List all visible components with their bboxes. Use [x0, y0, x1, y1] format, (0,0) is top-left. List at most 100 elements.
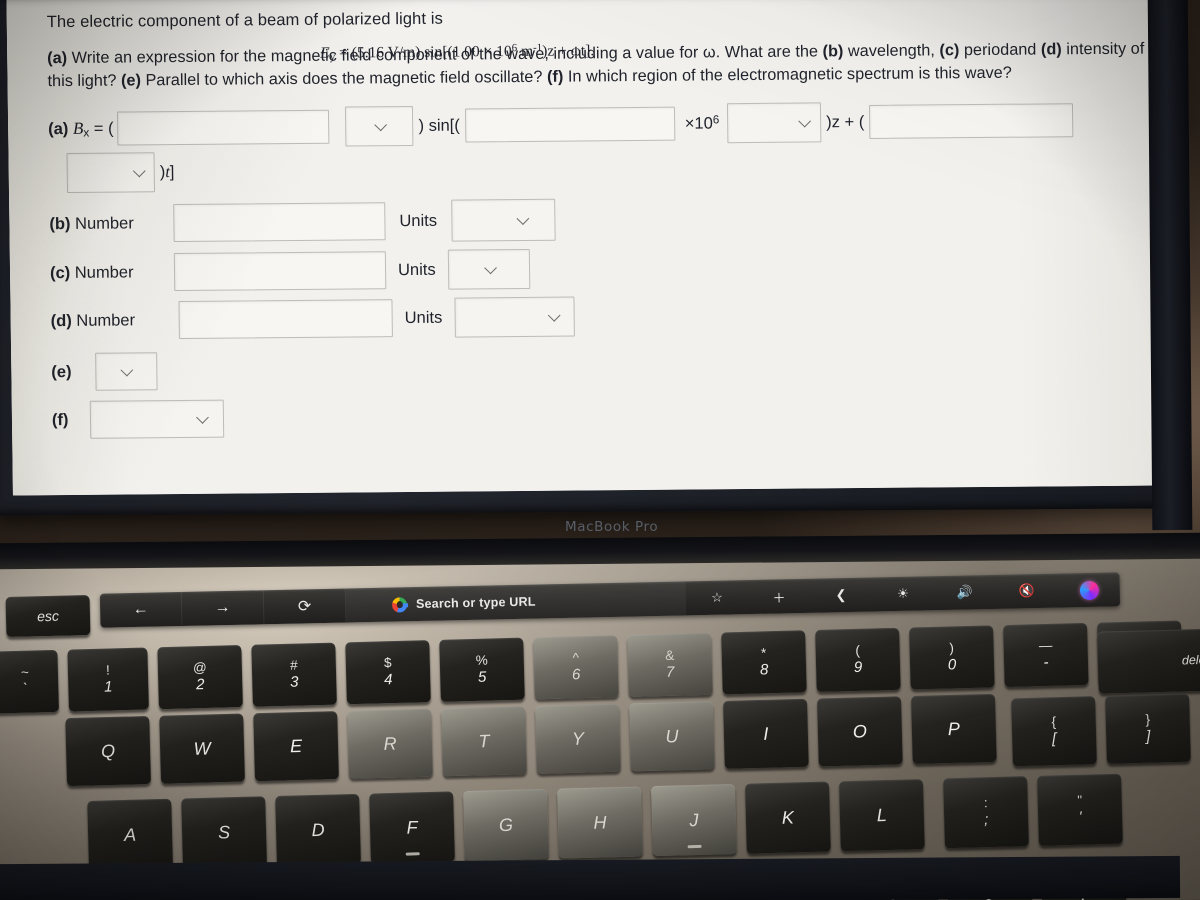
key-h[interactable]: H [557, 786, 643, 859]
google-icon [391, 596, 408, 613]
key-zero[interactable]: ) 0 [909, 625, 995, 690]
a-wavenumber-input[interactable] [464, 106, 676, 143]
key-w[interactable]: W [159, 713, 245, 784]
answer-e-label: (e) [51, 362, 89, 381]
c-units-select[interactable] [447, 249, 530, 290]
key-minus[interactable]: — - [1003, 622, 1089, 688]
key-seven-shift: & [665, 648, 675, 664]
key-bracket-left-shift: { [1051, 714, 1057, 730]
part-a-tag: (a) [47, 49, 68, 68]
answer-b-label: (b) Number [49, 214, 173, 234]
key-e[interactable]: E [253, 711, 339, 782]
part-f-text: In which region of the electromagnetic [563, 65, 843, 86]
a-amplitude-input[interactable] [117, 109, 330, 146]
key-semicolon-shift: : [983, 795, 988, 811]
answer-row-a-cont: )t] [48, 144, 1153, 194]
answer-d-units-label: Units [404, 308, 443, 327]
key-d[interactable]: D [275, 793, 361, 867]
key-nine[interactable]: (9 [815, 627, 901, 692]
touchbar-add-button[interactable]: ＋ [748, 579, 811, 614]
touchbar-siri-button[interactable] [1058, 572, 1121, 607]
a-wavenumber-units-select[interactable] [726, 102, 822, 144]
f-spectrum-select[interactable] [89, 399, 225, 439]
key-y[interactable]: Y [535, 703, 621, 774]
key-r[interactable]: R [347, 708, 433, 779]
key-delete[interactable]: delete [1097, 628, 1200, 694]
key-tactile-bump [405, 852, 420, 856]
key-tilde[interactable]: ~ ` [0, 649, 59, 714]
touchbar-expand-button[interactable]: ❮ [810, 578, 873, 613]
key-o[interactable]: O [817, 696, 903, 767]
key-bracket-left-base: [ [1051, 730, 1057, 748]
chevron-left-icon: ❮ [835, 587, 847, 603]
b-number-input[interactable] [173, 202, 386, 243]
key-six[interactable]: ^ 6 [533, 635, 619, 700]
key-three[interactable]: #3 [251, 642, 337, 707]
answer-row-e: (e) [51, 344, 1156, 392]
key-j[interactable]: J [651, 783, 737, 857]
a-amplitude-units-select[interactable] [345, 106, 414, 147]
key-five-base: 5 [477, 668, 487, 687]
key-seven[interactable]: & 7 [627, 632, 713, 697]
key-six-shift: ^ [572, 650, 580, 666]
key-semicolon[interactable]: : ; [943, 776, 1029, 849]
part-b-text: wavelength, [843, 41, 940, 61]
key-bracket-right[interactable]: } ] [1105, 693, 1191, 764]
answer-a-symbol: B [72, 118, 84, 138]
answer-c-tag: (c) [49, 263, 71, 282]
key-i[interactable]: I [723, 698, 809, 769]
b-units-select[interactable] [450, 198, 556, 242]
key-bracket-left[interactable]: { [ [1011, 696, 1097, 767]
key-t[interactable]: T [441, 706, 527, 777]
answer-d-number-label: Number [76, 310, 136, 330]
key-eight[interactable]: * 8 [721, 630, 807, 695]
a-sin-open: ) sin[( [418, 116, 460, 135]
key-k[interactable]: K [745, 781, 831, 854]
answer-a-equals: = ( [89, 119, 114, 138]
d-units-select[interactable] [454, 296, 575, 338]
key-s[interactable]: S [181, 796, 267, 869]
touchbar-bookmark-button[interactable]: ☆ [686, 580, 749, 615]
key-f[interactable]: F [369, 791, 455, 864]
key-one[interactable]: ! 1 [67, 647, 149, 712]
answer-d-tag: (d) [50, 311, 72, 330]
key-h-label: H [593, 812, 607, 833]
touchbar-reload-button[interactable]: ⟳ [263, 588, 347, 625]
key-u[interactable]: U [629, 701, 715, 772]
key-four[interactable]: $4 [345, 640, 431, 705]
key-l[interactable]: L [838, 779, 925, 852]
volume-icon: 🔊 [956, 584, 974, 600]
touchbar-search-field[interactable]: Search or type URL [345, 581, 687, 623]
answer-b-tag: (b) [49, 214, 71, 233]
key-q[interactable]: Q [65, 715, 152, 787]
key-quote[interactable]: " ' [1037, 773, 1123, 846]
key-two-shift: @ [192, 660, 207, 676]
key-two[interactable]: @2 [157, 645, 243, 710]
key-p[interactable]: P [910, 693, 997, 765]
touchbar-back-button[interactable]: ← [99, 591, 183, 628]
key-e-label: E [289, 735, 303, 757]
c-number-input[interactable] [173, 251, 387, 292]
part-c-text: period [959, 40, 1010, 60]
key-quote-shift: " [1077, 793, 1083, 809]
key-esc[interactable]: esc [5, 595, 91, 637]
touchbar-forward-button[interactable]: → [181, 590, 265, 626]
touchbar-mute-button[interactable]: 🔇 [996, 574, 1059, 609]
touchbar-volume-button[interactable]: 🔊 [934, 575, 997, 610]
key-esc-label: esc [36, 607, 60, 625]
a-sci-base: ×10 [684, 114, 713, 133]
screenshot-root: The electric component of a beam of pola… [0, 0, 1200, 900]
key-tilde-base: ` [22, 680, 29, 699]
chevron-down-icon [548, 309, 561, 322]
key-j-label: J [689, 809, 699, 831]
key-five[interactable]: % 5 [439, 637, 525, 702]
a-omega-units-select[interactable] [66, 152, 156, 194]
touchbar-brightness-button[interactable]: ☀ [872, 576, 935, 611]
key-quote-base: ' [1078, 808, 1082, 827]
key-a[interactable]: A [87, 798, 174, 871]
key-y-label: Y [571, 728, 585, 749]
a-omega-input[interactable] [869, 103, 1074, 140]
e-axis-select[interactable] [95, 352, 158, 391]
key-g[interactable]: G [463, 788, 549, 862]
d-number-input[interactable] [178, 299, 393, 340]
